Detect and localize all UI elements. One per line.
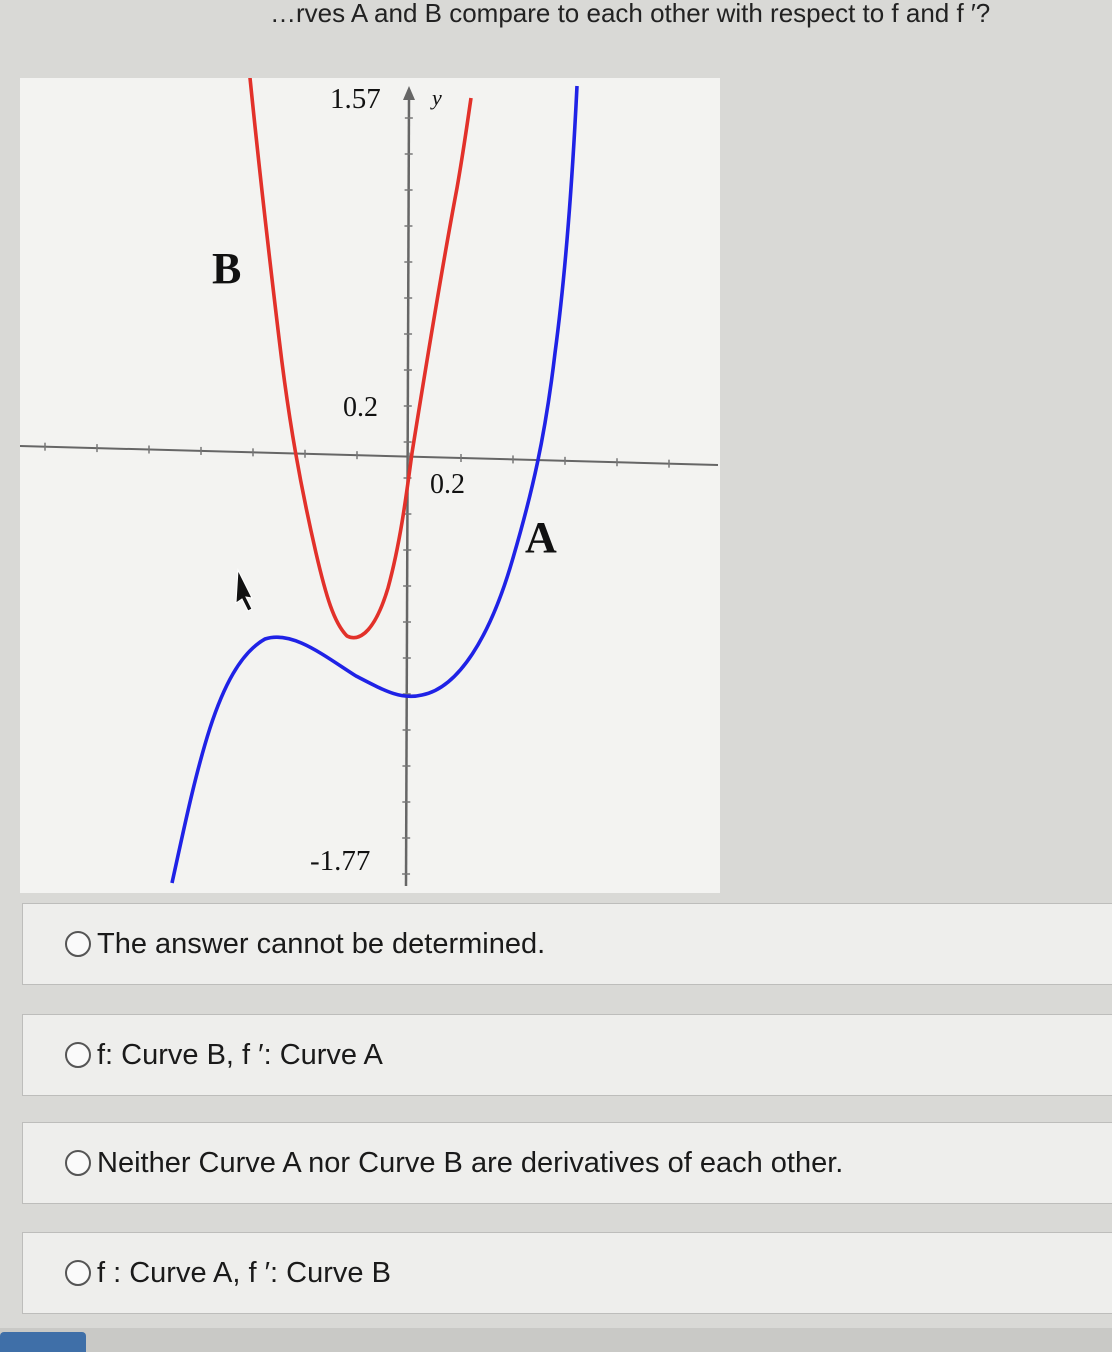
curve-b [248, 78, 473, 640]
y-axis-arrow-icon [403, 86, 415, 100]
y-bottom-label: -1.77 [310, 845, 370, 877]
radio-button[interactable] [65, 1150, 91, 1176]
x-axis [20, 445, 719, 466]
option-f-curve-a[interactable]: f : Curve A, f ′: Curve B [22, 1232, 1112, 1314]
mouse-cursor-icon [235, 568, 253, 612]
curve-b-label: B [212, 244, 241, 293]
bottom-bar [0, 1328, 1112, 1352]
radio-button[interactable] [65, 1042, 91, 1068]
graph-figure: 1.57 y B 0.2 0.2 A -1.77 [20, 78, 720, 893]
radio-button[interactable] [65, 931, 91, 957]
option-label: Neither Curve A nor Curve B are derivati… [97, 1146, 844, 1179]
x-tick-label: 0.2 [430, 469, 465, 500]
option-label: f: Curve B, f ′: Curve A [97, 1038, 383, 1071]
radio-button[interactable] [65, 1260, 91, 1286]
question-text: …rves A and B compare to each other with… [0, 0, 1112, 50]
question-label: …rves A and B compare to each other with… [270, 0, 991, 28]
option-label: The answer cannot be determined. [97, 927, 546, 960]
bottom-tab[interactable] [0, 1332, 86, 1352]
y-axis-label: y [430, 85, 442, 110]
y-top-label: 1.57 [330, 83, 381, 115]
option-neither-derivative[interactable]: Neither Curve A nor Curve B are derivati… [22, 1122, 1112, 1204]
option-cannot-be-determined[interactable]: The answer cannot be determined. [22, 903, 1112, 985]
option-label: f : Curve A, f ′: Curve B [97, 1256, 391, 1289]
curve-a-label: A [525, 513, 557, 562]
y-tick-label: 0.2 [343, 392, 378, 423]
curve-a [170, 85, 579, 884]
graph-svg: 1.57 y B 0.2 0.2 A -1.77 [20, 78, 719, 887]
option-f-curve-b[interactable]: f: Curve B, f ′: Curve A [22, 1014, 1112, 1096]
